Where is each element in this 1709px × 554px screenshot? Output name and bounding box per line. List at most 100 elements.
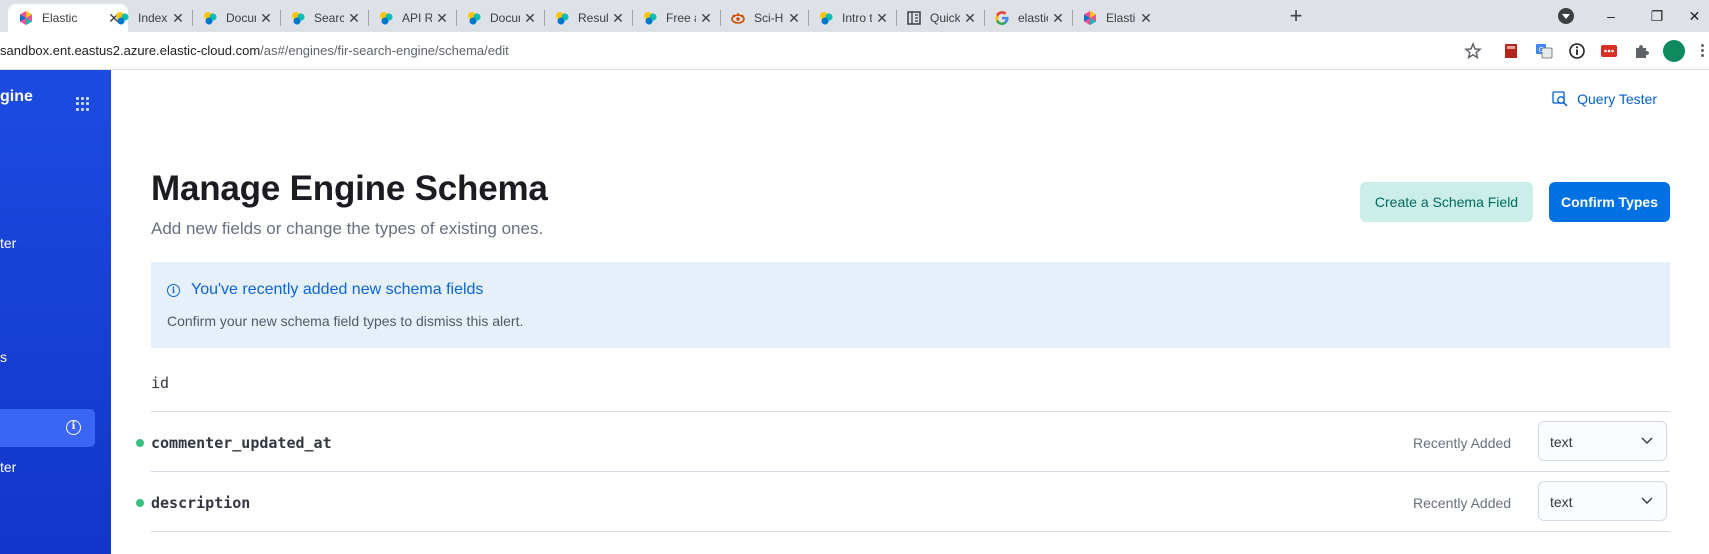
close-tab-icon[interactable]: ✕ <box>698 10 714 27</box>
url-host: sandbox.ent.eastus2.azure.elastic-cloud.… <box>0 43 261 58</box>
tab-title: Docum <box>490 11 520 25</box>
field-type-select[interactable]: text <box>1538 421 1667 461</box>
new-tab-button[interactable]: + <box>1284 5 1308 29</box>
tab-title: Indexi <box>138 11 168 25</box>
browser-tab[interactable]: Docum ✕ <box>192 4 280 32</box>
close-tab-icon[interactable]: ✕ <box>962 10 978 27</box>
close-tab-icon[interactable]: ✕ <box>434 10 450 27</box>
browser-tab[interactable]: elastic ✕ <box>984 4 1072 32</box>
google-favicon-icon <box>995 11 1009 25</box>
book-favicon-icon <box>907 11 921 25</box>
close-tab-icon[interactable]: ✕ <box>258 10 274 27</box>
query-tester-icon <box>1552 91 1568 107</box>
elastic-docs-favicon-icon <box>380 12 393 25</box>
close-tab-icon[interactable]: ✕ <box>786 10 802 27</box>
new-field-indicator <box>136 439 144 447</box>
tab-title: Sci-Hu <box>754 11 784 25</box>
schema-field-row: commenter_updated_at Recently Added text <box>136 412 1670 472</box>
bookmark-star-icon[interactable] <box>1464 42 1482 60</box>
browser-tab[interactable]: Intro t ✕ <box>808 4 896 32</box>
field-type-select[interactable]: text <box>1538 481 1667 521</box>
close-tab-icon[interactable]: ✕ <box>170 10 186 27</box>
elastic-docs-favicon-icon <box>644 12 657 25</box>
sidebar-item-label[interactable]: ter <box>0 459 16 475</box>
close-tab-icon[interactable]: ✕ <box>1138 10 1154 27</box>
sidebar-item-schema-selected[interactable]: i <box>0 409 95 447</box>
new-fields-callout: i You've recently added new schema field… <box>151 262 1670 348</box>
browser-tab[interactable]: Quick ✕ <box>896 4 984 32</box>
browser-tab[interactable]: Elastic ✕ <box>1072 4 1160 32</box>
chevron-down-icon <box>1641 437 1653 444</box>
tab-title: Intro t <box>842 11 872 25</box>
close-tab-icon[interactable]: ✕ <box>1050 10 1066 27</box>
create-schema-field-button[interactable]: Create a Schema Field <box>1360 182 1533 222</box>
info-extension-icon[interactable] <box>1568 42 1586 60</box>
elastic-docs-favicon-icon <box>820 12 833 25</box>
browser-tab[interactable]: Indexi ✕ <box>104 4 192 32</box>
field-name: description <box>151 494 251 512</box>
field-type-value: text <box>1550 434 1573 450</box>
close-tab-icon[interactable]: ✕ <box>522 10 538 27</box>
info-icon: i <box>66 420 81 435</box>
browser-menu-icon[interactable] <box>1700 42 1706 60</box>
browser-tab[interactable]: Result ✕ <box>544 4 632 32</box>
close-window-button[interactable]: ✕ <box>1680 0 1709 32</box>
field-name: commenter_updated_at <box>151 434 332 452</box>
scihub-favicon-icon <box>731 13 745 24</box>
close-tab-icon[interactable]: ✕ <box>610 10 626 27</box>
callout-title: i You've recently added new schema field… <box>167 281 483 299</box>
main-content: Query Tester Manage Engine Schema Add ne… <box>111 70 1709 554</box>
app-switcher-icon[interactable] <box>76 97 90 111</box>
elastic-docs-favicon-icon <box>292 12 305 25</box>
app-sidebar: gine ter s i ter <box>0 70 111 554</box>
tab-title: Elastic <box>42 11 78 25</box>
elastic-docs-favicon-icon <box>116 12 129 25</box>
browser-toolbar: sandbox.ent.eastus2.azure.elastic-cloud.… <box>0 32 1709 70</box>
extensions-puzzle-icon[interactable] <box>1633 42 1651 60</box>
page-subtitle: Add new fields or change the types of ex… <box>151 219 544 238</box>
tab-title: API Re <box>402 11 432 25</box>
translate-extension-icon[interactable]: G <box>1535 42 1553 60</box>
browser-tab[interactable]: Free a ✕ <box>632 4 720 32</box>
tab-title: Quick <box>930 11 960 25</box>
tab-title: Docum <box>226 11 256 25</box>
book-extension-icon[interactable] <box>1502 42 1520 60</box>
restore-button[interactable]: ❐ <box>1634 0 1680 32</box>
browser-tab-strip: Elastic ✕ Indexi ✕ Docum ✕ Search ✕ API … <box>0 0 1709 32</box>
callout-title-text: You've recently added new schema fields <box>191 281 484 298</box>
browser-tab[interactable]: Docum ✕ <box>456 4 544 32</box>
minimize-button[interactable]: – <box>1588 0 1634 32</box>
elastic-favicon-icon <box>1084 11 1096 25</box>
browser-tab[interactable]: API Re ✕ <box>368 4 456 32</box>
address-bar[interactable]: sandbox.ent.eastus2.azure.elastic-cloud.… <box>0 43 509 58</box>
browser-tab[interactable]: Sci-Hu ✕ <box>720 4 808 32</box>
recently-added-label: Recently Added <box>1413 495 1512 511</box>
field-type-value: text <box>1550 494 1573 510</box>
tab-title: Elastic <box>1106 11 1136 25</box>
chevron-down-icon <box>1641 497 1653 504</box>
sidebar-item-label[interactable]: ter <box>0 235 16 251</box>
sidebar-brand: gine <box>0 88 33 105</box>
callout-body: Confirm your new schema field types to d… <box>167 313 524 329</box>
page-title: Manage Engine Schema <box>151 169 548 208</box>
tab-title: elastic <box>1018 11 1048 25</box>
elastic-docs-favicon-icon <box>468 12 481 25</box>
tab-title: Result <box>578 11 608 25</box>
tab-search-icon[interactable] <box>1558 8 1574 24</box>
confirm-types-button[interactable]: Confirm Types <box>1549 182 1670 222</box>
elastic-docs-favicon-icon <box>556 12 569 25</box>
close-tab-icon[interactable]: ✕ <box>346 10 362 27</box>
schema-field-row: id <box>151 352 1670 412</box>
new-field-indicator <box>136 499 144 507</box>
browser-tab[interactable]: Search ✕ <box>280 4 368 32</box>
close-tab-icon[interactable]: ✕ <box>874 10 890 27</box>
query-tester-button[interactable]: Query Tester <box>1552 91 1657 107</box>
tab-title: Free a <box>666 11 696 25</box>
tab-title: Search <box>314 11 344 25</box>
elastic-favicon-icon <box>20 11 32 25</box>
profile-avatar[interactable] <box>1663 40 1685 62</box>
recently-added-label: Recently Added <box>1413 435 1512 451</box>
sidebar-item-label[interactable]: s <box>0 349 7 365</box>
red-extension-icon[interactable] <box>1600 42 1618 60</box>
query-tester-label: Query Tester <box>1577 91 1657 107</box>
